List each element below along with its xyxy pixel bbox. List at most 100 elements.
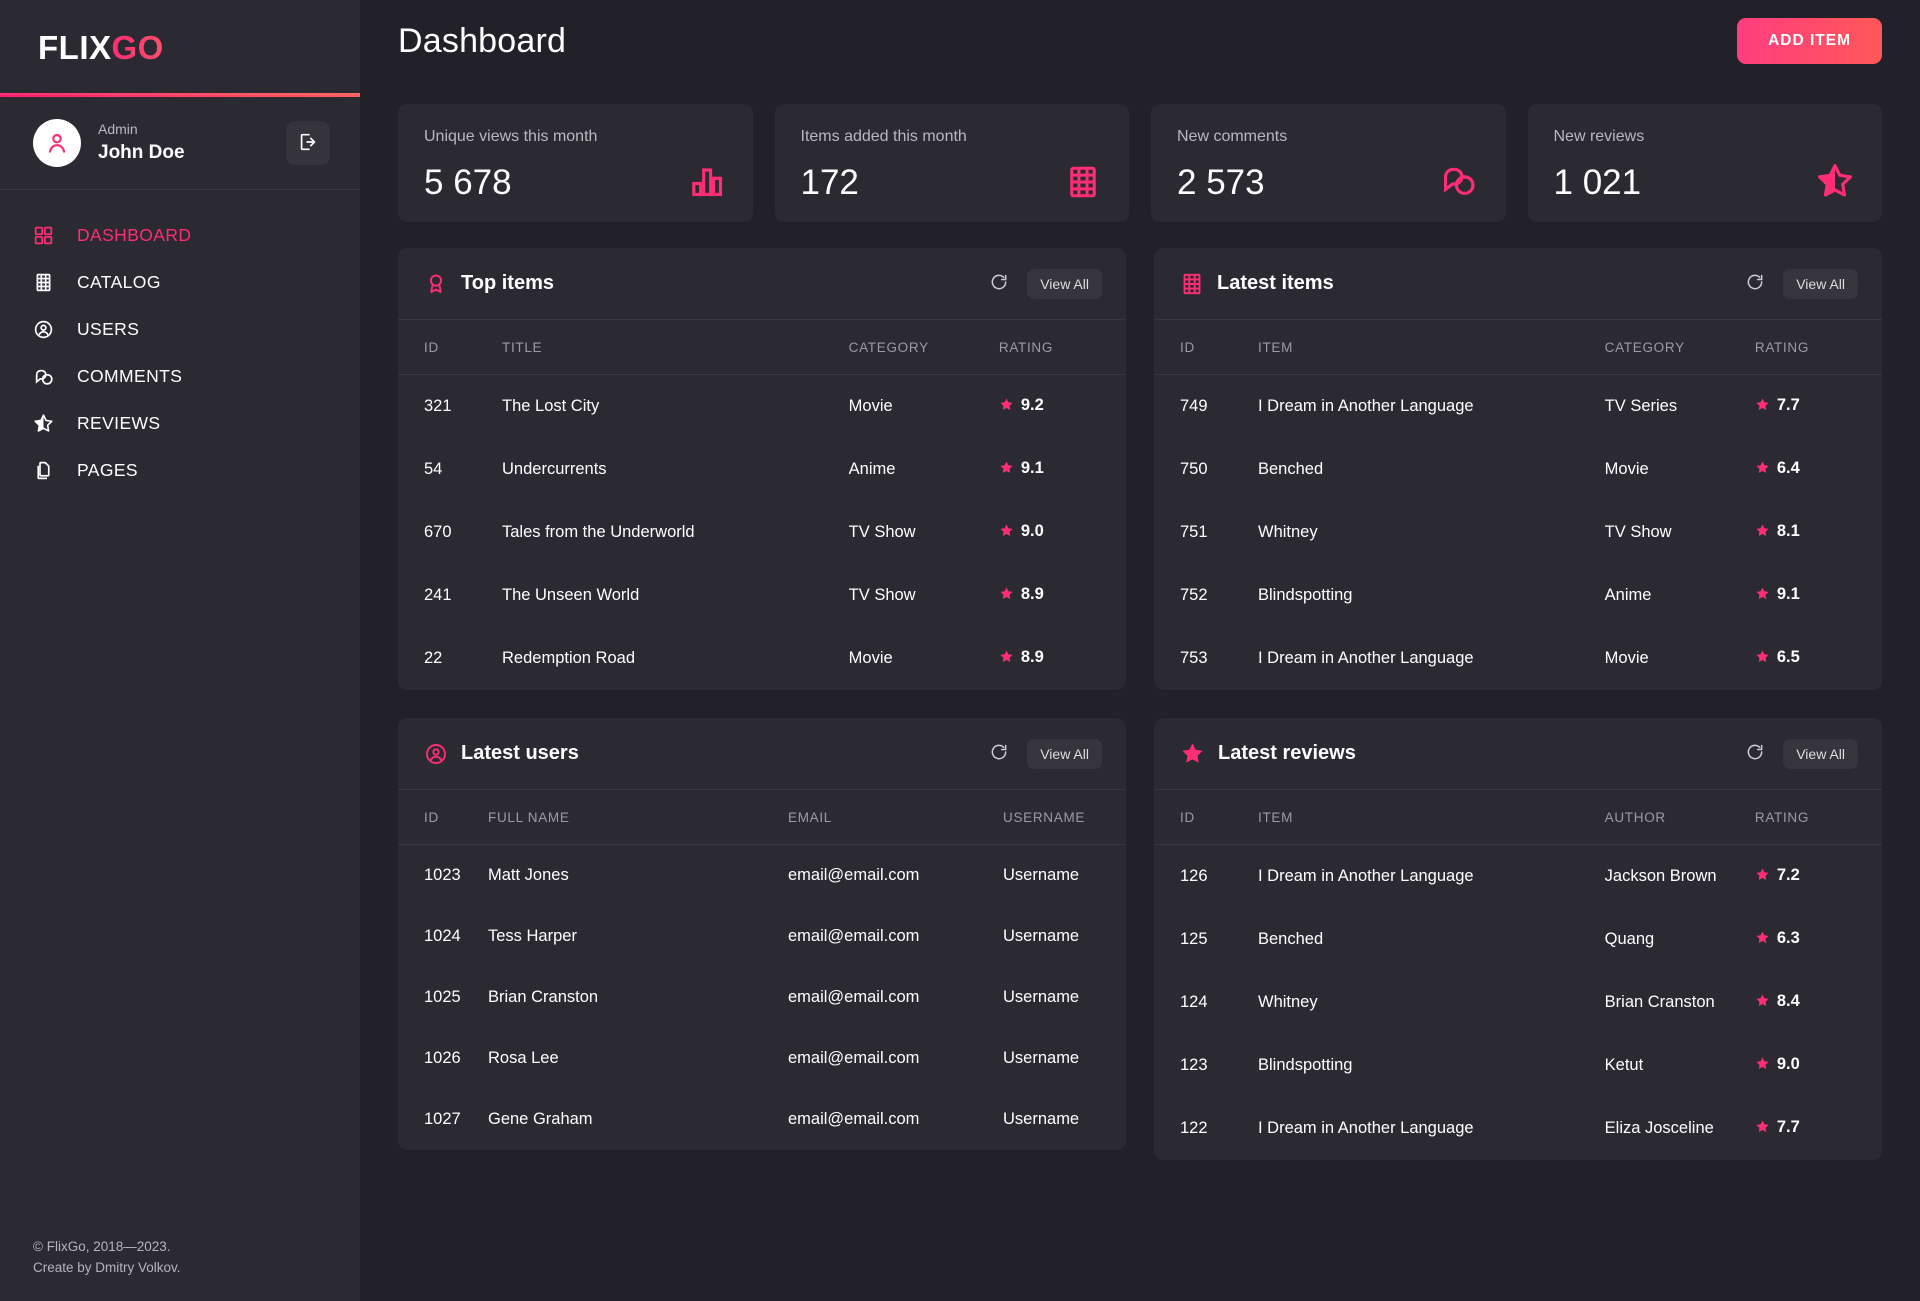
author-line: Create by Dmitry Volkov.	[33, 1258, 181, 1279]
view-all-button[interactable]: View All	[1027, 269, 1102, 299]
cell-id: 1024	[398, 906, 488, 967]
table-row[interactable]: 670 Tales from the Underworld TV Show 9.…	[398, 501, 1126, 564]
star-icon	[1755, 1120, 1770, 1138]
logo[interactable]: FLIXGO	[0, 0, 360, 97]
star-icon	[1755, 398, 1770, 416]
cell-rating: 9.1	[999, 438, 1126, 501]
view-all-button[interactable]: View All	[1783, 739, 1858, 769]
cell-rating: 9.1	[1755, 564, 1882, 627]
sidebar-item-pages[interactable]: PAGES	[0, 447, 360, 494]
sidebar-item-label: REVIEWS	[77, 413, 161, 434]
refresh-icon	[989, 742, 1009, 765]
star-icon	[1755, 931, 1770, 949]
refresh-button[interactable]	[983, 266, 1015, 301]
grid-icon	[33, 225, 63, 246]
refresh-icon	[1745, 272, 1765, 295]
panel-header: Latest users View All	[398, 718, 1126, 790]
panel-header: Latest reviews View All	[1154, 718, 1882, 790]
table-header-row: ID ITEM CATEGORY RATING	[1154, 320, 1882, 375]
sidebar-nav: DASHBOARD CATALOG USER	[0, 190, 360, 494]
cell-category: Anime	[1605, 564, 1755, 627]
column-header: RATING	[999, 320, 1126, 375]
user-role: Admin	[98, 120, 286, 140]
star-icon	[1755, 461, 1770, 479]
rating-value: 7.7	[1777, 396, 1800, 414]
sidebar-item-catalog[interactable]: CATALOG	[0, 259, 360, 306]
cell-title: The Unseen World	[502, 564, 849, 627]
rating-value: 8.1	[1777, 522, 1800, 540]
rating-value: 6.4	[1777, 459, 1800, 477]
table-row[interactable]: 749 I Dream in Another Language TV Serie…	[1154, 375, 1882, 439]
cell-rating: 9.2	[999, 375, 1126, 439]
table-row[interactable]: 125 Benched Quang 6.3	[1154, 908, 1882, 971]
table-row[interactable]: 1023 Matt Jones email@email.com Username	[398, 845, 1126, 907]
table-row[interactable]: 1024 Tess Harper email@email.com Usernam…	[398, 906, 1126, 967]
sidebar-item-reviews[interactable]: REVIEWS	[0, 400, 360, 447]
cell-category: TV Show	[849, 501, 999, 564]
cell-email: email@email.com	[788, 967, 1003, 1028]
cell-id: 750	[1154, 438, 1258, 501]
stat-value: 2 573	[1177, 165, 1265, 200]
stat-value: 1 021	[1554, 165, 1642, 200]
column-header: CATEGORY	[849, 320, 999, 375]
table-row[interactable]: 750 Benched Movie 6.4	[1154, 438, 1882, 501]
table-row[interactable]: 753 I Dream in Another Language Movie 6.…	[1154, 627, 1882, 690]
star-icon	[1755, 994, 1770, 1012]
table-header-row: ID TITLE CATEGORY RATING	[398, 320, 1126, 375]
view-all-button[interactable]: View All	[1027, 739, 1102, 769]
avatar	[33, 119, 81, 167]
table-row[interactable]: 123 Blindspotting Ketut 9.0	[1154, 1034, 1882, 1097]
cell-title: Tales from the Underworld	[502, 501, 849, 564]
sidebar-item-users[interactable]: USERS	[0, 306, 360, 353]
star-icon	[33, 413, 63, 434]
panel-title: Latest users	[461, 742, 983, 765]
add-item-button[interactable]: ADD ITEM	[1737, 18, 1882, 64]
cell-id: 1023	[398, 845, 488, 907]
logout-button[interactable]	[286, 121, 330, 165]
cell-rating: 9.0	[1755, 1034, 1882, 1097]
table-row[interactable]: 1025 Brian Cranston email@email.com User…	[398, 967, 1126, 1028]
table-row[interactable]: 122 I Dream in Another Language Eliza Jo…	[1154, 1097, 1882, 1160]
refresh-button[interactable]	[1739, 736, 1771, 771]
latest-items-table: ID ITEM CATEGORY RATING 749 I Dream in A…	[1154, 320, 1882, 690]
cell-id: 321	[398, 375, 502, 439]
table-row[interactable]: 1026 Rosa Lee email@email.com Username	[398, 1028, 1126, 1089]
table-row[interactable]: 22 Redemption Road Movie 8.9	[398, 627, 1126, 690]
cell-category: Movie	[849, 375, 999, 439]
star-icon	[1755, 650, 1770, 668]
cell-category: TV Series	[1605, 375, 1755, 439]
table-row[interactable]: 1027 Gene Graham email@email.com Usernam…	[398, 1089, 1126, 1150]
stat-cards: Unique views this month 5 678 Items adde…	[398, 104, 1882, 222]
table-row[interactable]: 124 Whitney Brian Cranston 8.4	[1154, 971, 1882, 1034]
user-name: John Doe	[98, 140, 286, 167]
star-icon	[999, 461, 1014, 479]
rating-value: 9.0	[1777, 1055, 1800, 1073]
table-row[interactable]: 54 Undercurrents Anime 9.1	[398, 438, 1126, 501]
cell-item: Whitney	[1258, 501, 1605, 564]
cell-full-name: Brian Cranston	[488, 967, 788, 1028]
copyright-line: © FlixGo, 2018—2023.	[33, 1237, 181, 1258]
panel-header: Latest items View All	[1154, 248, 1882, 320]
sidebar-item-dashboard[interactable]: DASHBOARD	[0, 212, 360, 259]
table-row[interactable]: 241 The Unseen World TV Show 8.9	[398, 564, 1126, 627]
page-title: Dashboard	[398, 22, 566, 61]
table-row[interactable]: 752 Blindspotting Anime 9.1	[1154, 564, 1882, 627]
table-row[interactable]: 126 I Dream in Another Language Jackson …	[1154, 845, 1882, 909]
cell-email: email@email.com	[788, 1028, 1003, 1089]
sidebar-item-comments[interactable]: COMMENTS	[0, 353, 360, 400]
cell-username: Username	[1003, 967, 1126, 1028]
cell-author: Quang	[1605, 908, 1755, 971]
refresh-button[interactable]	[1739, 266, 1771, 301]
sidebar-footer: © FlixGo, 2018—2023. Create by Dmitry Vo…	[33, 1237, 181, 1279]
refresh-button[interactable]	[983, 736, 1015, 771]
cell-username: Username	[1003, 1028, 1126, 1089]
view-all-button[interactable]: View All	[1783, 269, 1858, 299]
star-icon	[1755, 1057, 1770, 1075]
cell-item: Blindspotting	[1258, 564, 1605, 627]
star-icon	[1755, 587, 1770, 605]
sidebar: FLIXGO Admin John Doe	[0, 0, 360, 1301]
table-row[interactable]: 321 The Lost City Movie 9.2	[398, 375, 1126, 439]
table-row[interactable]: 751 Whitney TV Show 8.1	[1154, 501, 1882, 564]
rating-value: 7.7	[1777, 1118, 1800, 1136]
cell-full-name: Rosa Lee	[488, 1028, 788, 1089]
